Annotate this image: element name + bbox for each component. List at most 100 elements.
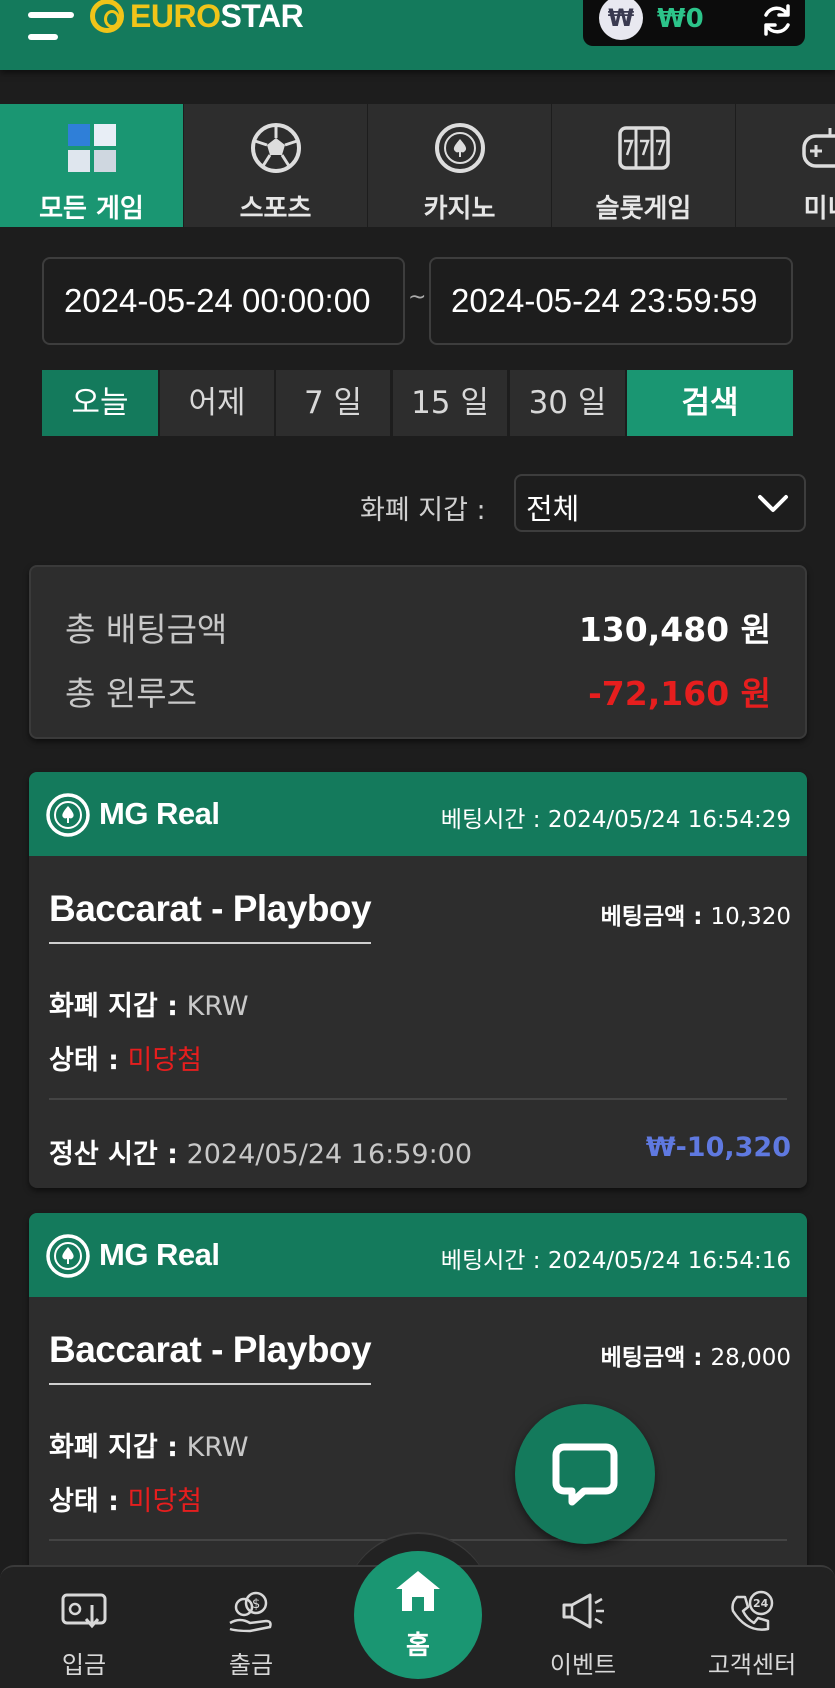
provider-name: MG Real <box>99 1237 220 1272</box>
game-name: Baccarat - Playboy <box>49 888 372 944</box>
status-label: 상태 : <box>49 1486 119 1517</box>
cube-icon <box>67 124 116 172</box>
tab-label: 슬롯게임 <box>595 194 692 224</box>
soccer-ball-icon <box>250 123 301 173</box>
live-chat-button[interactable] <box>515 1404 655 1544</box>
bet-amount-value: 28,000 <box>710 1345 791 1371</box>
bet-card-header: MG Real 베팅시간 : 2024/05/24 16:54:29 <box>29 772 807 856</box>
divider <box>49 1098 787 1100</box>
tab-label: 카지노 <box>423 194 496 224</box>
nav-home-label: 홈 <box>406 1631 430 1661</box>
period-15days-button[interactable]: 15 일 <box>393 370 507 436</box>
nav-deposit[interactable]: 입금 <box>14 1577 154 1679</box>
refresh-icon[interactable] <box>759 2 795 38</box>
currency-label: 화폐 지갑 : <box>49 991 178 1022</box>
svg-text:$: $ <box>252 1597 260 1612</box>
settle-row: 정산 시간 : 2024/05/24 16:59:00 <box>49 1132 472 1171</box>
currency-value: KRW <box>186 991 249 1022</box>
bet-time-value: 2024/05/24 16:54:16 <box>547 1248 791 1274</box>
bet-time: 베팅시간 : 2024/05/24 16:54:16 <box>441 1241 791 1275</box>
status-label: 상태 : <box>49 1045 119 1076</box>
bet-card-header: MG Real 베팅시간 : 2024/05/24 16:54:16 <box>29 1213 807 1297</box>
won-coin-icon: ₩ <box>599 0 643 40</box>
logo-mark-icon <box>90 0 124 33</box>
status-badge: 미당첨 <box>127 1486 203 1517</box>
status-badge: 미당첨 <box>127 1045 203 1076</box>
game-category-tabs: 모든 게임 스포츠 카지노 슬롯게임 미 <box>0 104 835 227</box>
settle-label: 정산 시간 : <box>49 1139 178 1170</box>
nav-support-label: 고객센터 <box>707 1651 797 1679</box>
currency-select[interactable]: 전체 <box>514 474 806 532</box>
currency-label: 화폐 지갑 : <box>49 1432 178 1463</box>
chevron-down-icon <box>758 495 788 512</box>
tab-mini[interactable]: 미니 <box>736 104 835 227</box>
game-name: Baccarat - Playboy <box>49 1329 372 1385</box>
period-7days-button[interactable]: 7 일 <box>276 370 390 436</box>
wallet-balance: ₩ ₩0 <box>583 0 805 46</box>
logo-text-star: STAR <box>220 0 304 34</box>
bet-card[interactable]: MG Real 베팅시간 : 2024/05/24 16:54:16 Bacca… <box>29 1213 807 1573</box>
casino-chip-icon <box>46 1234 90 1278</box>
search-button[interactable]: 검색 <box>627 370 793 436</box>
home-icon <box>396 1571 440 1611</box>
balance-value: ₩0 <box>657 4 704 34</box>
tab-casino[interactable]: 카지노 <box>368 104 551 227</box>
tab-slots[interactable]: 슬롯게임 <box>552 104 735 227</box>
svg-text:24: 24 <box>753 1597 769 1610</box>
bet-card[interactable]: MG Real 베팅시간 : 2024/05/24 16:54:29 Bacca… <box>29 772 807 1188</box>
provider-name: MG Real <box>99 796 220 831</box>
status-row: 상태 : 미당첨 <box>49 1038 202 1077</box>
logo-text-euro: EURO <box>130 0 221 34</box>
total-bet-label: 총 배팅금액 <box>65 610 228 649</box>
bet-time-label: 베팅시간 : <box>440 1248 541 1274</box>
deposit-icon <box>61 1593 107 1629</box>
settle-amount: ₩-10,320 <box>645 1132 791 1163</box>
bet-amount-label: 베팅금액 : <box>600 904 703 930</box>
megaphone-icon <box>562 1593 604 1629</box>
menu-icon[interactable] <box>28 8 80 44</box>
slot-machine-icon <box>617 126 670 170</box>
nav-event[interactable]: 이벤트 <box>513 1577 653 1679</box>
nav-support[interactable]: 24 고객센터 <box>682 1577 822 1679</box>
nav-event-label: 이벤트 <box>549 1651 617 1679</box>
casino-chip-icon <box>434 123 485 173</box>
settle-time: 2024/05/24 16:59:00 <box>186 1139 473 1170</box>
nav-deposit-label: 입금 <box>61 1651 107 1679</box>
bet-amount-value: 10,320 <box>710 904 791 930</box>
nav-withdraw[interactable]: $ 출금 <box>181 1577 321 1679</box>
tab-sports[interactable]: 스포츠 <box>184 104 367 227</box>
period-30days-button[interactable]: 30 일 <box>510 370 625 436</box>
currency-value: KRW <box>186 1432 249 1463</box>
logo[interactable]: EUROSTAR <box>90 0 304 36</box>
withdraw-icon: $ <box>229 1591 272 1633</box>
tab-label: 미니 <box>803 194 835 224</box>
bet-amount: 베팅금액 : 10,320 <box>601 897 791 931</box>
total-winloss-value: -72,160 원 <box>588 674 771 713</box>
tab-label: 스포츠 <box>239 194 312 224</box>
status-row: 상태 : 미당첨 <box>49 1479 202 1518</box>
casino-chip-icon <box>46 793 90 837</box>
chat-bubble-icon <box>552 1443 618 1506</box>
currency-row: 화폐 지갑 : KRW <box>49 984 249 1023</box>
period-today-button[interactable]: 오늘 <box>42 370 158 436</box>
app-header: EUROSTAR ₩ ₩0 <box>0 0 835 70</box>
date-to-input[interactable]: 2024-05-24 23:59:59 <box>429 257 793 345</box>
currency-filter-label: 화폐 지갑 : <box>360 495 486 526</box>
bet-amount-label: 베팅금액 : <box>600 1345 703 1371</box>
bet-amount: 베팅금액 : 28,000 <box>601 1338 791 1372</box>
bet-time-label: 베팅시간 : <box>440 807 541 833</box>
total-bet-value: 130,480 원 <box>578 610 771 649</box>
total-winloss-label: 총 윈루즈 <box>65 674 197 713</box>
nav-home[interactable]: 홈 <box>354 1551 482 1679</box>
currency-row: 화폐 지갑 : KRW <box>49 1425 249 1464</box>
gamepad-icon <box>801 128 835 168</box>
tab-all-games[interactable]: 모든 게임 <box>0 104 183 227</box>
betting-summary: 총 배팅금액 130,480 원 총 윈루즈 -72,160 원 <box>29 565 807 739</box>
nav-withdraw-label: 출금 <box>228 1651 274 1679</box>
bet-time-value: 2024/05/24 16:54:29 <box>547 807 791 833</box>
date-range-separator: ~ <box>408 285 427 310</box>
period-yesterday-button[interactable]: 어제 <box>160 370 274 436</box>
currency-select-value: 전체 <box>526 492 580 526</box>
date-from-input[interactable]: 2024-05-24 00:00:00 <box>42 257 405 345</box>
support-24h-icon: 24 <box>731 1590 774 1631</box>
